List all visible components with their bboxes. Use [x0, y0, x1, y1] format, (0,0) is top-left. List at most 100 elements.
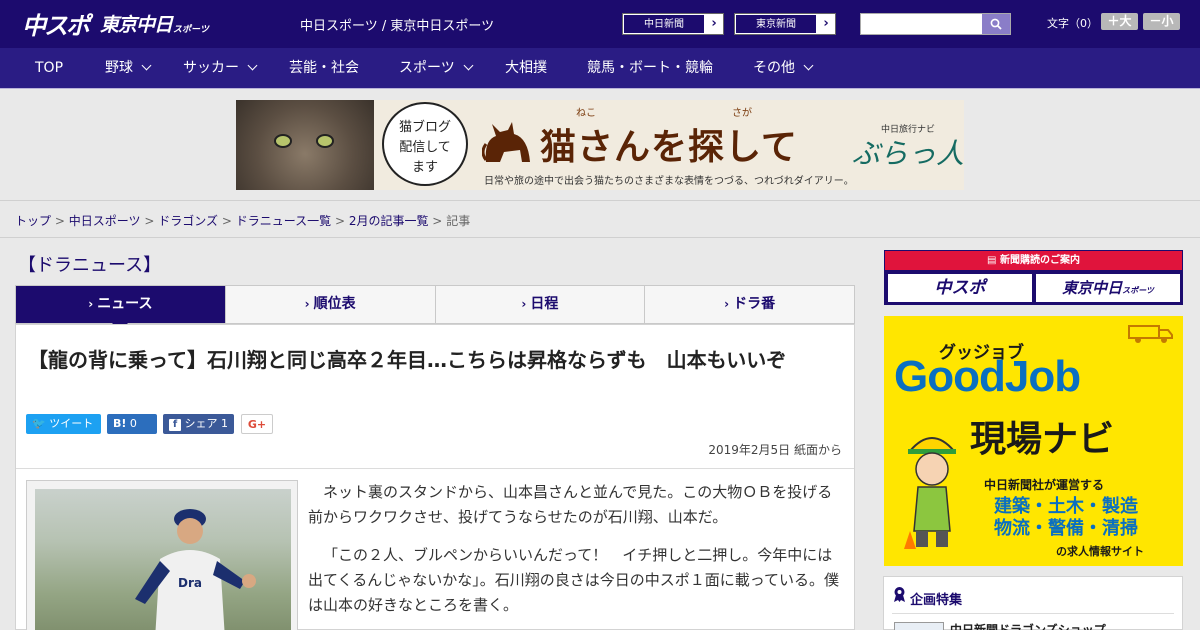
feature-thumbnail[interactable] — [894, 622, 944, 630]
feature-title: 企画特集 — [910, 593, 963, 608]
subscription-header-label: 新聞購読のご案内 — [999, 255, 1080, 266]
font-size-smaller-button[interactable]: －小 — [1143, 13, 1180, 30]
breadcrumb-current: 記事 — [446, 214, 471, 228]
article-dateline: 2019年2月5日 紙面から — [708, 443, 842, 457]
nav-item-baseball[interactable]: 野球 — [105, 48, 152, 89]
breadcrumb-dragons[interactable]: ドラゴンズ — [158, 214, 218, 228]
article-headline: 【龍の背に乗って】石川翔と同じ高卒２年目…こちらは昇格ならずも 山本もいいぞ — [28, 348, 787, 372]
chevron-right-icon: › — [724, 297, 730, 311]
tab-schedule[interactable]: › 日程 — [434, 286, 645, 323]
breadcrumb-separator: > — [432, 214, 443, 228]
nav-label: その他 — [753, 60, 795, 76]
nav-item-top[interactable]: TOP — [35, 48, 63, 89]
search-button[interactable] — [982, 14, 1010, 34]
search-icon — [990, 18, 1002, 30]
subscribe-chuspo-button[interactable]: 中スポ — [888, 274, 1032, 302]
chevron-down-icon — [247, 60, 258, 71]
tab-standings[interactable]: › 順位表 — [224, 286, 435, 323]
tokyo-shimbun-link[interactable]: 東京新聞 › — [734, 13, 836, 35]
tab-news[interactable]: › ニュース — [16, 286, 225, 331]
feature-section: 企画特集 中日新聞ドラゴンズショップ — [883, 576, 1183, 630]
nav-item-sumo[interactable]: 大相撲 — [505, 48, 547, 89]
bubble-line: 配信して — [399, 140, 451, 155]
top-header: 中スポ 東京中日 スポーツ 中日スポーツ / 東京中日スポーツ 中日新聞 › 東… — [0, 0, 1200, 48]
tab-dora-ban[interactable]: › ドラ番 — [644, 286, 854, 323]
nav-item-sports[interactable]: スポーツ — [399, 48, 474, 89]
facebook-share-button[interactable]: f シェア 1 — [163, 414, 234, 434]
nav-item-other[interactable]: その他 — [753, 48, 814, 89]
cat-photo — [236, 100, 374, 190]
site-title: 中日スポーツ / 東京中日スポーツ — [300, 19, 495, 34]
dragons-tabs: › ニュース › 順位表 › 日程 › ドラ番 — [15, 285, 855, 331]
divider — [892, 613, 1174, 614]
title-ruby-saga: さが — [732, 108, 752, 119]
subscription-header: ▤ 新聞購読のご案内 — [885, 251, 1182, 270]
font-size-label: 文字（0） — [1047, 17, 1098, 30]
chevron-right-icon: › — [304, 297, 310, 311]
banner-title: 猫さんを探して — [540, 127, 798, 168]
banner-brand: ぶらっ人 — [852, 137, 964, 170]
font-size-bigger-button[interactable]: ＋大 — [1101, 13, 1138, 30]
logo-sports-small: スポーツ — [173, 24, 209, 35]
chevron-right-icon: › — [823, 16, 829, 31]
nav-item-entertainment[interactable]: 芸能・社会 — [289, 48, 359, 89]
chevron-right-icon: › — [711, 16, 717, 31]
cat-blog-banner[interactable]: 猫ブログ 配信して ます ねこ さが 猫さんを探して 日常や旅の途中で出会う猫た… — [236, 100, 964, 190]
article-photo[interactable]: Dra — [35, 489, 291, 630]
google-plus-button[interactable]: G+ — [241, 414, 273, 434]
tokyo-shimbun-label: 東京新聞 — [735, 14, 817, 34]
breadcrumb-february-list[interactable]: 2月の記事一覧 — [349, 214, 429, 228]
speech-bubble: 猫ブログ 配信して ます — [382, 102, 468, 186]
chunichi-shimbun-label: 中日新聞 — [623, 14, 705, 34]
nav-item-soccer[interactable]: サッカー — [183, 48, 258, 89]
logo-tokyo-chunichi: 東京中日 — [100, 13, 173, 36]
chevron-down-icon — [803, 60, 814, 71]
section-title: 【ドラニュース】 — [18, 255, 162, 276]
chevron-down-icon — [463, 60, 474, 71]
site-logo[interactable]: 中スポ 東京中日 スポーツ — [22, 7, 209, 40]
breadcrumb: トップ > 中日スポーツ > ドラゴンズ > ドラニュース一覧 > 2月の記事一… — [15, 212, 470, 229]
breadcrumb-separator: > — [221, 214, 232, 228]
goodjob-ad[interactable]: グッジョブ GoodJob 現場ナビ 中日新聞社が運営する 建築・土木・製造 物… — [884, 316, 1183, 566]
goodjob-title: GoodJob — [894, 352, 1081, 401]
tweet-label: ツイート — [49, 417, 94, 430]
goodjob-line1: 中日新聞社が運営する — [984, 478, 1105, 492]
facebook-icon: f — [169, 419, 181, 431]
chevron-right-icon: › — [88, 297, 94, 311]
chunichi-shimbun-link[interactable]: 中日新聞 › — [622, 13, 724, 35]
breadcrumb-dora-news-list[interactable]: ドラニュース一覧 — [236, 214, 331, 228]
goodjob-navi: 現場ナビ — [970, 419, 1115, 460]
nav-item-racing[interactable]: 競馬・ボート・競輪 — [587, 48, 713, 89]
breadcrumb-separator: > — [144, 214, 155, 228]
article-paragraph: ネット裏のスタンドから、山本昌さんと並んで見た。この大物ＯＢを投げる前からワクワ… — [308, 483, 833, 526]
tab-label: ドラ番 — [733, 296, 776, 312]
breadcrumb-chunichi-sports[interactable]: 中日スポーツ — [69, 214, 141, 228]
svg-text:Dra: Dra — [178, 576, 202, 590]
article-paragraph: 「この２人、ブルペンからいいんだって！ イチ押しと二押し。今年中には出てくるんじ… — [308, 546, 840, 614]
truck-icon — [1128, 325, 1173, 343]
chevron-right-icon: › — [521, 297, 527, 311]
bubble-line: 猫ブログ — [398, 120, 451, 135]
goodjob-line3: 物流・警備・清掃 — [994, 518, 1138, 539]
subscribe-tokyo-chunichi-button[interactable]: 東京中日スポーツ — [1036, 274, 1180, 302]
worker-illustration — [904, 437, 957, 549]
tweet-button[interactable]: 🐦 ツイート — [26, 414, 101, 434]
tab-label: 日程 — [530, 296, 559, 312]
hatena-icon: B! — [113, 417, 127, 430]
divider — [16, 468, 854, 469]
nav-label: 大相撲 — [505, 60, 547, 76]
facebook-share-label: シェア — [184, 417, 218, 430]
hatena-count: 0 — [129, 417, 137, 430]
subscribe-tokyo-chunichi-label: 東京中日 — [1062, 279, 1123, 297]
nav-label: サッカー — [183, 60, 239, 76]
facebook-share-count: 1 — [221, 417, 228, 430]
breadcrumb-top[interactable]: トップ — [15, 214, 51, 228]
feature-item-dragons-shop[interactable]: 中日新聞ドラゴンズショップ — [950, 621, 1106, 630]
bubble-line: ます — [411, 160, 438, 175]
tab-label: ニュース — [97, 296, 153, 312]
hatena-bookmark-button[interactable]: B! 0 — [107, 414, 157, 434]
breadcrumb-separator: > — [54, 214, 65, 228]
search-input[interactable] — [860, 13, 1011, 35]
nav-label: TOP — [35, 60, 64, 76]
title-ruby-neko: ねこ — [576, 108, 596, 119]
